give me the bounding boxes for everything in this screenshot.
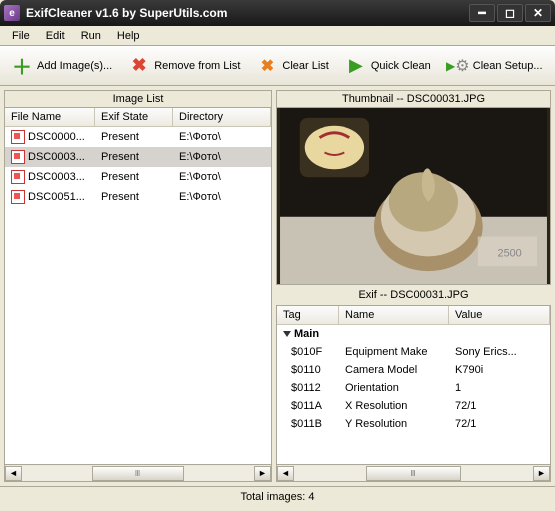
scroll-track[interactable]: Ⅲ [22, 466, 254, 481]
minimize-button[interactable]: ━ [469, 4, 495, 22]
table-row[interactable]: $0112Orientation1 [277, 379, 550, 397]
image-file-icon [11, 150, 25, 164]
scroll-track[interactable]: Ⅲ [294, 466, 533, 481]
cell-filename: DSC0003... [28, 171, 85, 183]
cell-value: 72/1 [449, 398, 550, 414]
clear-icon: ✖ [256, 55, 278, 77]
cell-name: Equipment Make [339, 344, 449, 360]
col-directory[interactable]: Directory [173, 108, 271, 126]
cell-name: Camera Model [339, 362, 449, 378]
add-images-button[interactable]: ＋ Add Image(s)... [4, 50, 119, 82]
cell-name: X Resolution [339, 398, 449, 414]
add-images-label: Add Image(s)... [37, 60, 112, 72]
image-file-icon [11, 170, 25, 184]
table-row[interactable]: DSC0000... PresentE:\Фото\ [5, 127, 271, 147]
statusbar: Total images: 4 [0, 486, 555, 507]
svg-text:2500: 2500 [498, 247, 522, 259]
setup-label: Clean Setup... [473, 60, 543, 72]
window-title: ExifCleaner v1.6 by SuperUtils.com [26, 6, 469, 20]
scroll-thumb[interactable]: Ⅲ [366, 466, 462, 481]
image-file-icon [11, 190, 25, 204]
cell-tag: $0112 [277, 380, 339, 396]
clear-label: Clear List [282, 60, 328, 72]
col-name[interactable]: Name [339, 306, 449, 324]
toolbar: ＋ Add Image(s)... ✖ Remove from List ✖ C… [0, 46, 555, 86]
close-button[interactable]: ✕ [525, 4, 551, 22]
app-icon: e [4, 5, 20, 21]
scroll-thumb[interactable]: Ⅲ [92, 466, 185, 481]
gear-icon: ▶⚙ [447, 55, 469, 77]
menubar: File Edit Run Help [0, 26, 555, 46]
col-tag[interactable]: Tag [277, 306, 339, 324]
clean-setup-button[interactable]: ▶⚙ Clean Setup... [440, 50, 550, 82]
remove-icon: ✖ [128, 55, 150, 77]
cell-tag: $011A [277, 398, 339, 414]
cell-value: 72/1 [449, 416, 550, 432]
cell-value: 1 [449, 380, 550, 396]
table-row[interactable]: $011AX Resolution72/1 [277, 397, 550, 415]
scroll-left-button[interactable]: ◄ [5, 466, 22, 481]
exif-section-main[interactable]: Main [277, 325, 550, 343]
cell-tag: $010F [277, 344, 339, 360]
chevron-down-icon [283, 331, 291, 337]
cell-directory: E:\Фото\ [173, 168, 271, 186]
cell-filename: DSC0051... [28, 191, 85, 203]
image-list-hscroll[interactable]: ◄ Ⅲ ► [4, 465, 272, 482]
scroll-left-button[interactable]: ◄ [277, 466, 294, 481]
thumbnail-image: 2500 [277, 108, 550, 284]
cell-value: K790i [449, 362, 550, 378]
col-value[interactable]: Value [449, 306, 550, 324]
plus-icon: ＋ [11, 55, 33, 77]
scroll-right-button[interactable]: ► [533, 466, 550, 481]
scroll-right-button[interactable]: ► [254, 466, 271, 481]
image-file-icon [11, 130, 25, 144]
cell-tag: $011B [277, 416, 339, 432]
play-icon: ▶ [345, 55, 367, 77]
table-row[interactable]: $010FEquipment MakeSony Erics... [277, 343, 550, 361]
titlebar: e ExifCleaner v1.6 by SuperUtils.com ━ ◻… [0, 0, 555, 26]
thumbnail-preview: 2500 [276, 107, 551, 285]
table-row[interactable]: DSC0003... PresentE:\Фото\ [5, 147, 271, 167]
remove-from-list-button[interactable]: ✖ Remove from List [121, 50, 247, 82]
thumbnail-title: Thumbnail -- DSC00031.JPG [276, 90, 551, 107]
cell-state: Present [95, 188, 173, 206]
cell-name: Y Resolution [339, 416, 449, 432]
image-list-title: Image List [4, 90, 272, 107]
exif-title: Exif -- DSC00031.JPG [276, 285, 551, 305]
cell-filename: DSC0003... [28, 151, 85, 163]
quick-label: Quick Clean [371, 60, 431, 72]
cell-state: Present [95, 168, 173, 186]
cell-filename: DSC0000... [28, 131, 85, 143]
quick-clean-button[interactable]: ▶ Quick Clean [338, 50, 438, 82]
cell-directory: E:\Фото\ [173, 148, 271, 166]
cell-directory: E:\Фото\ [173, 128, 271, 146]
col-filename[interactable]: File Name [5, 108, 95, 126]
status-text: Total images: 4 [241, 491, 315, 503]
exif-hscroll[interactable]: ◄ Ⅲ ► [276, 465, 551, 482]
menu-file[interactable]: File [4, 28, 38, 44]
cell-state: Present [95, 128, 173, 146]
clear-list-button[interactable]: ✖ Clear List [249, 50, 335, 82]
cell-tag: $0110 [277, 362, 339, 378]
table-row[interactable]: $0110Camera ModelK790i [277, 361, 550, 379]
table-row[interactable]: DSC0051... PresentE:\Фото\ [5, 187, 271, 207]
image-list-table[interactable]: File Name Exif State Directory DSC0000..… [4, 107, 272, 465]
menu-edit[interactable]: Edit [38, 28, 73, 44]
table-row[interactable]: DSC0003... PresentE:\Фото\ [5, 167, 271, 187]
remove-label: Remove from List [154, 60, 240, 72]
cell-name: Orientation [339, 380, 449, 396]
col-exifstate[interactable]: Exif State [95, 108, 173, 126]
menu-help[interactable]: Help [109, 28, 148, 44]
section-label: Main [294, 328, 319, 340]
cell-value: Sony Erics... [449, 344, 550, 360]
exif-table[interactable]: Tag Name Value Main $010FEquipment MakeS… [276, 305, 551, 465]
cell-directory: E:\Фото\ [173, 188, 271, 206]
cell-state: Present [95, 148, 173, 166]
maximize-button[interactable]: ◻ [497, 4, 523, 22]
menu-run[interactable]: Run [73, 28, 109, 44]
table-row[interactable]: $011BY Resolution72/1 [277, 415, 550, 433]
